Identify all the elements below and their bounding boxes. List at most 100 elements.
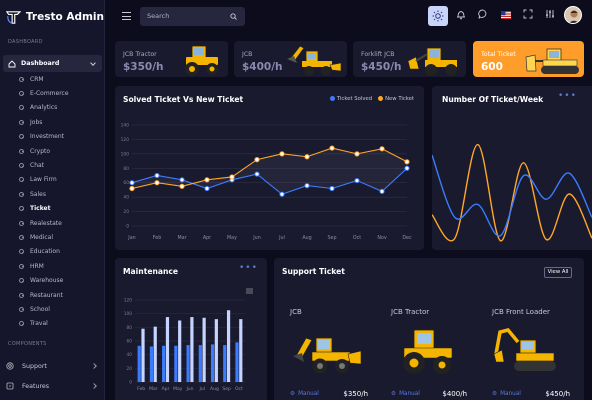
data-point[interactable] — [354, 151, 360, 157]
settings-sliders-icon[interactable] — [545, 9, 555, 19]
sidebar-item-warehouse[interactable]: Warehouse — [0, 273, 105, 287]
sidebar-item-sales[interactable]: Sales — [0, 187, 105, 201]
data-point[interactable] — [154, 172, 160, 179]
product-type: ⚙ Manual — [290, 391, 319, 397]
search-input[interactable] — [147, 12, 227, 20]
y-tick-label: 80 — [123, 166, 129, 172]
data-point[interactable] — [354, 177, 360, 184]
series-line-orange — [432, 143, 592, 242]
bar[interactable] — [178, 320, 182, 383]
product-type: ⚙ Manual — [391, 391, 420, 397]
bar[interactable] — [165, 317, 170, 382]
sidebar-item-label: Warehouse — [30, 277, 64, 285]
line-chart: 0 20 40 60 80 100 120 140 Jan Feb Mar Apr May Jun Jul A… — [121, 123, 412, 242]
data-point[interactable] — [129, 180, 135, 186]
sidebar-item-law-firm[interactable]: Law Firm — [0, 173, 105, 187]
data-point[interactable] — [329, 145, 335, 151]
avatar[interactable] — [564, 6, 582, 24]
sidebar-item-medical[interactable]: Medical — [0, 230, 105, 244]
data-point[interactable] — [379, 146, 385, 152]
bullet-icon — [19, 177, 24, 183]
x-tick-label: Jun — [252, 235, 261, 241]
data-point[interactable] — [204, 185, 210, 192]
sidebar-item-dashboard[interactable]: Dashboard — [3, 55, 102, 72]
bar[interactable] — [210, 344, 215, 382]
sidebar-item-education[interactable]: Education — [0, 245, 105, 259]
view-all-button[interactable]: View All — [544, 267, 572, 278]
y-tick-label: 20 — [127, 366, 133, 372]
bar[interactable] — [214, 319, 218, 382]
stat-card-forklift-jcb[interactable]: Forklift JCB $450/h — [353, 41, 466, 77]
bar[interactable] — [162, 345, 166, 382]
sidebar-item-investment[interactable]: Investment — [0, 130, 105, 144]
sidebar-item-support[interactable]: Support — [0, 358, 105, 374]
product-type-label: Manual — [500, 391, 521, 397]
stat-card-jcb[interactable]: JCB $400/h — [234, 41, 347, 77]
search-icon[interactable] — [230, 13, 237, 20]
flag-icon[interactable] — [501, 11, 511, 19]
data-point[interactable] — [304, 154, 310, 160]
x-tick-label: Jul — [199, 386, 205, 392]
bar[interactable] — [153, 326, 157, 382]
data-point[interactable] — [404, 165, 410, 171]
bell-icon[interactable] — [456, 9, 466, 20]
bar[interactable] — [174, 345, 178, 382]
data-point[interactable] — [154, 180, 160, 186]
sidebar-item-crm[interactable]: CRM — [0, 72, 105, 86]
data-point[interactable] — [179, 177, 185, 183]
data-point[interactable] — [229, 174, 235, 180]
data-point[interactable] — [279, 191, 285, 197]
bar[interactable] — [202, 317, 206, 382]
data-point[interactable] — [254, 171, 260, 177]
sidebar-item-crypto[interactable]: Crypto — [0, 144, 105, 158]
bar[interactable] — [235, 342, 239, 382]
sidebar-item-jobs[interactable]: Jobs — [0, 115, 105, 129]
bar[interactable] — [239, 319, 243, 382]
bar[interactable] — [226, 310, 231, 382]
sidebar-item-restaurant[interactable]: Restaurant — [0, 288, 105, 302]
data-point[interactable] — [379, 188, 385, 194]
bar[interactable] — [141, 328, 145, 382]
sidebar-item-realestate[interactable]: Realestate — [0, 216, 105, 230]
data-point[interactable] — [279, 151, 285, 157]
bar[interactable] — [137, 345, 141, 382]
data-point[interactable] — [404, 159, 410, 165]
sidebar-item-features[interactable]: Features — [0, 378, 105, 394]
sidebar-item-chat[interactable]: Chat — [0, 158, 105, 172]
menu-icon[interactable] — [122, 12, 131, 20]
bar[interactable] — [190, 317, 194, 382]
y-tick-label: 0 — [129, 380, 132, 386]
area-between-series — [132, 148, 407, 195]
bar[interactable] — [198, 345, 202, 382]
theme-toggle-button[interactable] — [428, 6, 448, 26]
sidebar-item-traval[interactable]: Traval — [0, 317, 105, 331]
bar[interactable] — [149, 346, 154, 382]
y-tick-label: 80 — [127, 325, 133, 331]
brand[interactable]: Tresto Admin — [0, 0, 104, 34]
data-point[interactable] — [204, 177, 210, 183]
data-point[interactable] — [329, 185, 335, 192]
support-icon — [6, 362, 14, 370]
maintenance-chart-card: Maintenance ••• 0 20 40 60 80 100 120 Feb Mar Apr… — [115, 258, 267, 400]
data-point[interactable] — [304, 183, 310, 189]
x-tick-label: Aug — [210, 386, 219, 392]
sidebar-item-e-commerce[interactable]: E-Commerce — [0, 86, 105, 100]
data-point[interactable] — [129, 185, 135, 192]
data-point[interactable] — [254, 157, 260, 163]
y-tick-label: 140 — [121, 123, 130, 129]
stat-card-total-ticket[interactable]: Total Ticket 600 — [473, 41, 584, 77]
bulldozer-icon — [525, 48, 579, 74]
data-point[interactable] — [179, 183, 185, 189]
sidebar-item-ticket[interactable]: Ticket — [0, 202, 105, 216]
sidebar-item-analytics[interactable]: Analytics — [0, 101, 105, 115]
stat-card-jcb-tractor[interactable]: JCB Tractor $350/h — [115, 41, 228, 77]
sidebar-item-label: HRM — [30, 262, 44, 270]
fullscreen-icon[interactable] — [523, 9, 533, 19]
support-ticket-card: Support Ticket View All JCB ⚙ Manual $350… — [274, 258, 584, 400]
bar[interactable] — [223, 345, 227, 382]
sidebar-item-hrm[interactable]: HRM — [0, 259, 105, 273]
chat-icon[interactable] — [478, 9, 488, 19]
sidebar-item-school[interactable]: School — [0, 302, 105, 316]
bar[interactable] — [186, 345, 190, 382]
sidebar-item-label: Sales — [30, 190, 46, 198]
